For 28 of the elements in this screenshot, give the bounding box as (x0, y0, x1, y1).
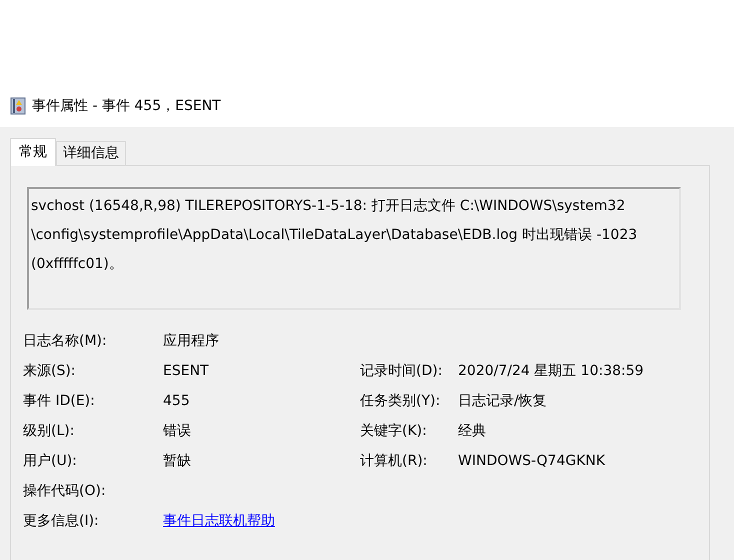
field-value: 455 (163, 392, 190, 408)
field-label: 操作代码(O): (23, 482, 106, 498)
field-label: 来源(S): (23, 362, 76, 378)
field-value: 应用程序 (163, 332, 219, 348)
help-link[interactable]: 事件日志联机帮助 (163, 512, 275, 528)
field-label: 关键字(K): (360, 422, 427, 438)
description-line: \config\systemprofile\AppData\Local\TileDataLayer\Database\EDB.log 时出现错误 -1023 (31, 226, 638, 245)
field-value: WINDOWS-Q74GKNK (458, 452, 606, 468)
field-label: 计算机(R): (360, 452, 428, 468)
description-line: (0xfffffc01)。 (31, 255, 123, 274)
field-label: 更多信息(I): (23, 512, 99, 528)
field-value: 经典 (458, 422, 486, 438)
event-log-icon (10, 97, 26, 115)
field-label: 用户(U): (23, 452, 77, 468)
tab[interactable]: 常规 (10, 138, 56, 166)
tab[interactable]: 详细信息 (56, 141, 126, 165)
field-label: 事件 ID(E): (23, 392, 95, 408)
field-label: 日志名称(M): (23, 332, 107, 348)
field-value: 暂缺 (163, 452, 191, 468)
description-line: svchost (16548,R,98) TILEREPOSITORYS-1-5-18: 打开日志文件 C:\WINDOWS\system32 (31, 197, 626, 216)
field-value: ESENT (163, 362, 209, 378)
window-title: 事件属性 - 事件 455，ESENT (32, 96, 221, 116)
field-label: 记录时间(D): (360, 362, 442, 378)
field-value: 错误 (163, 422, 191, 438)
field-label: 任务类别(Y): (360, 392, 440, 408)
field-label: 级别(L): (23, 422, 74, 438)
field-value: 日志记录/恢复 (458, 392, 547, 408)
field-value: 2020/7/24 星期五 10:38:59 (458, 362, 644, 378)
